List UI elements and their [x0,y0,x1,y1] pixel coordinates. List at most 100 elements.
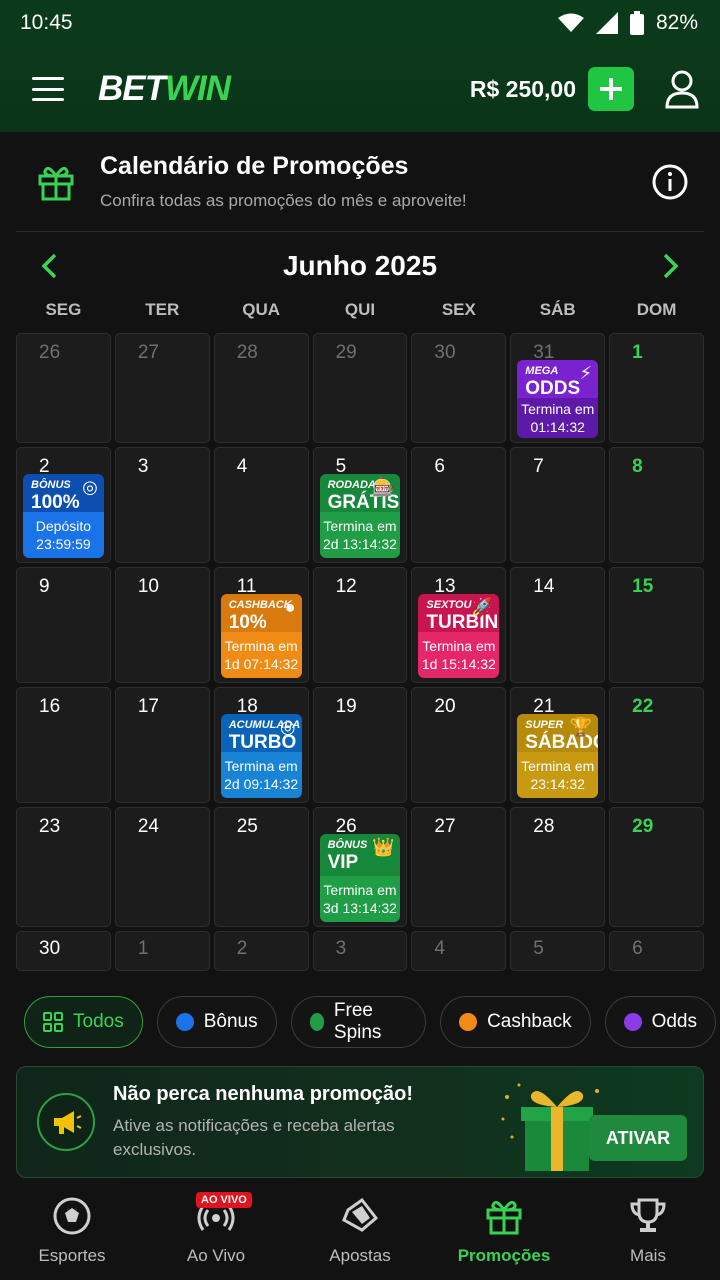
calendar-day[interactable]: 3 [114,447,210,563]
calendar-day[interactable]: 23 [16,807,111,927]
calendar-day[interactable]: 1 [609,333,704,443]
plus-icon [600,78,622,100]
page-subtitle: Confira todas as promoções do mês e apro… [100,191,467,210]
calendar-day[interactable]: 15 [609,567,704,683]
calendar-day[interactable]: 29 [312,333,408,443]
info-icon[interactable] [652,164,688,200]
day-number: 19 [335,696,357,717]
deposit-button[interactable] [588,67,634,111]
menu-button[interactable] [32,77,64,101]
day-number: 22 [632,696,654,717]
promo-card[interactable]: MEGA ODDS ⚡ Termina em 01:14:32 [517,360,599,438]
calendar-day-with-promo[interactable]: 31 MEGA ODDS ⚡ Termina em 01:14:32 [510,333,606,443]
promo-badge-icon: 🎰 [372,477,395,497]
promo-card-title: RODADA GRÁTIS 🎰 [319,474,401,512]
promo-card-title: SUPERSÁBADO🏆 [517,714,599,752]
calendar-day[interactable]: 24 [114,807,210,927]
calendar-day[interactable]: 2 [213,931,309,971]
bottom-navigation: Esportes AO VIVO Ao Vivo Apostas Promoções Ma… [0,1186,720,1280]
promo-card-title: CASHBACK 10% ● [220,594,302,632]
calendar-day-with-promo[interactable]: 11 CASHBACK 10% ● Termina em 1d 07:14:32 [213,567,309,683]
day-number: 17 [137,696,159,717]
weekday-label: SEX [441,300,476,319]
calendar-day[interactable]: 4 [213,447,309,563]
calendar-day-with-promo[interactable]: 13SEXTOUTURBINADO🚀Termina em1d 15:14:32 [411,567,507,683]
calendar-day-with-promo[interactable]: 21SUPERSÁBADO🏆Termina em23:14:32 [510,687,606,803]
nav-tab-ao-vivo[interactable]: AO VIVO Ao Vivo [144,1186,288,1280]
calendar-day[interactable]: 12 [312,567,408,683]
filter-chip-odds[interactable]: Odds [604,996,716,1048]
calendar-day[interactable]: 6 [609,931,704,971]
calendar-day[interactable]: 28 [510,807,606,927]
prev-month-chevron-icon[interactable] [36,252,64,280]
promo-card[interactable]: BÔNUS 100% ◎ Depósito 23:59:59 [23,474,104,558]
nav-tab-mais[interactable]: Mais [576,1186,720,1280]
nav-tab-promoções[interactable]: Promoções [432,1186,576,1280]
nav-tab-apostas[interactable]: Apostas [288,1186,432,1280]
calendar-day[interactable]: 16 [16,687,111,803]
weekday-label: SEG [45,300,82,319]
calendar-day[interactable]: 22 [609,687,704,803]
calendar-day-with-promo[interactable]: 2 BÔNUS 100% ◎ Depósito 23:59:59 [16,447,111,563]
calendar-day-with-promo[interactable]: 26 BÔNUS VIP 👑 Termina em 3d 13:14:32 [312,807,408,927]
calendar-day[interactable]: 9 [16,567,111,683]
weekday-header-row: SEG TER QUA QUI SEX SÁB DOM [16,300,704,330]
calendar-day-with-promo[interactable]: 18 ACUMULADA TURBO ◎ Termina em 2d 09:14:32 [213,687,309,803]
promo-card[interactable]: SUPERSÁBADO🏆Termina em23:14:32 [517,714,599,798]
promo-badge-icon: ◎ [82,477,98,497]
status-time: 10:45 [20,11,73,34]
promo-card[interactable]: ACUMULADA TURBO ◎ Termina em 2d 09:14:32 [220,714,302,798]
calendar-day[interactable]: 5 [510,931,606,971]
calendar-day-with-promo[interactable]: 5 RODADA GRÁTIS 🎰 Termina em 2d 13:14:32 [312,447,408,563]
calendar-day[interactable]: 17 [114,687,210,803]
day-number: 24 [137,816,159,837]
weekday-label: DOM [636,300,677,319]
day-number: 26 [39,342,61,363]
calendar-day[interactable]: 1 [114,931,210,971]
user-profile-icon[interactable] [664,69,700,109]
day-number: 1 [632,342,643,363]
calendar-day[interactable]: 3 [312,931,408,971]
promo-card[interactable]: BÔNUS VIP 👑 Termina em 3d 13:14:32 [319,834,401,922]
filter-chip-todos[interactable]: Todos [24,996,143,1048]
calendar-day[interactable]: 7 [510,447,606,563]
nav-tab-esportes[interactable]: Esportes [0,1186,144,1280]
filter-chip-cashback[interactable]: Cashback [440,996,591,1048]
activate-notifications-button[interactable]: ATIVAR [589,1115,687,1161]
calendar-day[interactable]: 6 [411,447,507,563]
promo-card[interactable]: SEXTOUTURBINADO🚀Termina em1d 15:14:32 [418,594,500,678]
calendar-day[interactable]: 25 [213,807,309,927]
calendar-day[interactable]: 4 [411,931,507,971]
day-number: 27 [137,342,159,363]
day-number: 6 [632,938,643,959]
weekday-label: TER [145,300,180,319]
filter-chip-free-spins[interactable]: Free Spins [290,996,427,1048]
betwin-logo[interactable]: BETWIN [98,69,231,109]
banner-subtitle: Ative as notificações e receba alertas e… [113,1115,395,1159]
calendar-day[interactable]: 27 [114,333,210,443]
calendar-day[interactable]: 19 [312,687,408,803]
calendar-day[interactable]: 30 [16,931,111,971]
calendar-day[interactable]: 27 [411,807,507,927]
calendar-day[interactable]: 30 [411,333,507,443]
filter-chip-label: Bônus [203,1011,258,1032]
calendar-day[interactable]: 29 [609,807,704,927]
calendar-day[interactable]: 28 [213,333,309,443]
calendar-day[interactable]: 14 [510,567,606,683]
promo-badge-icon: ● [284,597,296,617]
calendar-day[interactable]: 26 [16,333,111,443]
filter-chip-bônus[interactable]: Bônus [156,996,277,1048]
gift-icon [484,1196,524,1236]
day-number: 6 [434,456,445,477]
calendar-day[interactable]: 10 [114,567,210,683]
promo-card[interactable]: CASHBACK 10% ● Termina em 1d 07:14:32 [220,594,302,678]
calendar-day[interactable]: 8 [609,447,704,563]
day-number: 8 [632,456,643,477]
next-month-chevron-icon[interactable] [656,252,684,280]
wifi-icon [557,13,584,32]
page-title: Calendário de Promoções [100,152,409,180]
calendar-day[interactable]: 20 [411,687,507,803]
weekday-label: QUA [242,300,281,319]
promo-card[interactable]: RODADA GRÁTIS 🎰 Termina em 2d 13:14:32 [319,474,401,558]
promo-calendar-header: Calendário de Promoções Confira todas as… [16,132,704,232]
